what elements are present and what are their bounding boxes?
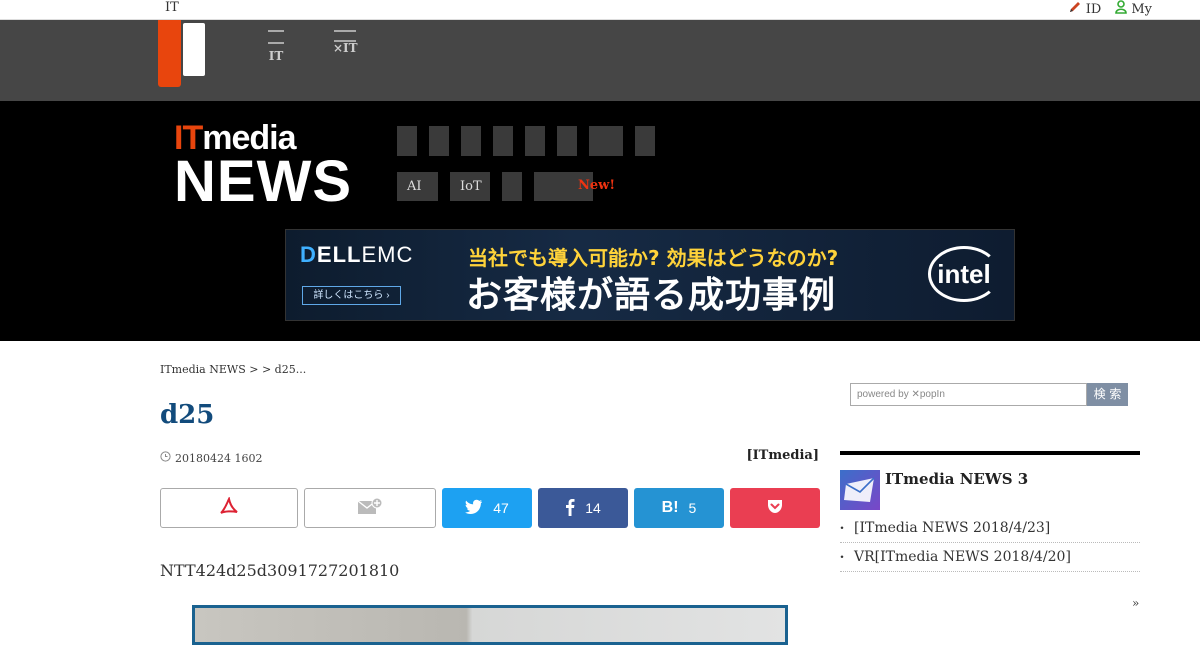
section-nav-7[interactable] (589, 126, 623, 156)
itmedia-logo-mark-white (183, 23, 205, 76)
tag-iot[interactable]: IoT (450, 172, 490, 201)
list-item[interactable]: VR[ITmedia NEWS 2018/4/20] (836, 543, 1140, 572)
pdf-button[interactable] (160, 488, 298, 528)
article-source: [ITmedia] (746, 448, 819, 463)
id-link[interactable]: ID (1068, 0, 1102, 18)
id-link-label: ID (1085, 1, 1102, 17)
itmedia-logo-mark[interactable] (158, 20, 181, 87)
top-utility-bar: IT ID My (0, 0, 1200, 20)
section-nav-1[interactable] (397, 126, 417, 156)
newsletter-title[interactable]: ITmedia NEWS 3 (885, 470, 1028, 488)
pencil-icon (1068, 0, 1082, 18)
search-input[interactable]: powered by ✕popIn (850, 383, 1087, 406)
user-icon (1115, 0, 1128, 18)
tag-ai[interactable]: AI (397, 172, 438, 201)
my-link-label: My (1131, 1, 1152, 17)
article-date-text: 20180424 1602 (175, 451, 263, 465)
itmedia-news-logo[interactable]: ITmedia NEWS (174, 121, 352, 214)
newsletter-list: [ITmedia NEWS 2018/4/23] VR[ITmedia NEWS… (836, 514, 1140, 572)
section-nav-4[interactable] (493, 126, 513, 156)
ad-headline-2: お客様が語る成功事例 (466, 275, 837, 316)
hatena-count: 5 (688, 500, 697, 516)
article-title: d25 (160, 400, 215, 430)
article-lead: NTT424d25d3091727201810 (160, 561, 400, 580)
ad-intel-logo: intel (928, 246, 1000, 302)
global-nav-item-2[interactable]: ×IT (333, 26, 358, 58)
pocket-button[interactable] (730, 488, 820, 528)
global-nav-1-icon (268, 30, 284, 44)
search-button[interactable]: 検 索 (1087, 383, 1128, 406)
section-nav-8[interactable] (635, 126, 655, 156)
breadcrumb[interactable]: ITmedia NEWS > > d25... (160, 363, 306, 376)
new-badge: New! (578, 178, 616, 193)
pocket-icon (767, 499, 783, 517)
top-bar-links: ID My (1068, 0, 1152, 18)
section-nav-5[interactable] (525, 126, 545, 156)
global-header: IT ×IT (0, 20, 1200, 101)
mail-button[interactable] (304, 488, 436, 528)
ad-details-button[interactable]: 詳しくはこちら › (302, 286, 401, 305)
section-nav-2[interactable] (429, 126, 449, 156)
top-bar-label[interactable]: IT (165, 0, 179, 15)
twitter-share-button[interactable]: 47 (442, 488, 532, 528)
section-nav-6[interactable] (557, 126, 577, 156)
facebook-count: 14 (585, 500, 601, 516)
global-nav-1-label: IT (268, 49, 284, 63)
twitter-icon (465, 499, 483, 518)
tag-3[interactable] (502, 172, 522, 201)
global-nav-item-1[interactable]: IT (268, 26, 284, 66)
newsletter-mail-icon (840, 470, 880, 510)
ad-banner[interactable]: DELLEMC 詳しくはこちら › 当社でも導入可能か? 効果はどうなのか? お… (285, 229, 1015, 321)
list-item[interactable]: [ITmedia NEWS 2018/4/23] (836, 514, 1140, 543)
hatena-bookmark-icon: B! (661, 499, 679, 516)
hatena-bookmark-button[interactable]: B! 5 (634, 488, 724, 528)
mail-plus-icon (357, 497, 383, 519)
article-photo[interactable] (192, 605, 788, 645)
facebook-icon (565, 498, 575, 519)
twitter-count: 47 (493, 500, 509, 516)
pdf-icon (219, 495, 239, 520)
global-nav-2-label: ×IT (333, 41, 358, 55)
logo-news: NEWS (174, 149, 352, 214)
section-nav-3[interactable] (461, 126, 481, 156)
ad-dell-emc-logo: DELLEMC (300, 242, 414, 267)
facebook-share-button[interactable]: 14 (538, 488, 628, 528)
clock-icon (160, 451, 171, 465)
more-link[interactable]: » (1132, 596, 1139, 610)
sidebar-divider (840, 451, 1140, 455)
article-date: 20180424 1602 (160, 451, 262, 465)
my-link[interactable]: My (1115, 0, 1152, 18)
